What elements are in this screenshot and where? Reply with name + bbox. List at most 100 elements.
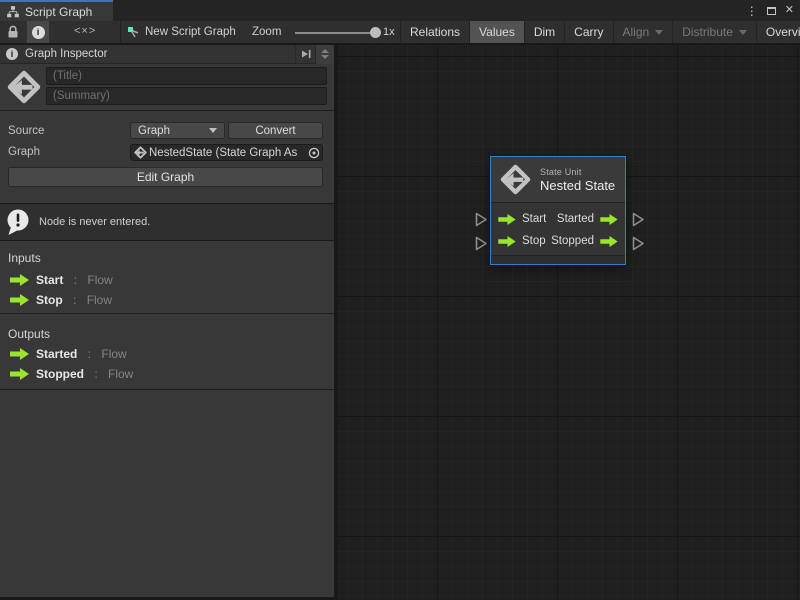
title-input[interactable] bbox=[46, 67, 327, 85]
output-port-row: Started : Flow bbox=[10, 347, 127, 361]
zoom-label: Zoom bbox=[252, 26, 281, 38]
node-footer bbox=[491, 255, 625, 264]
graph-canvas[interactable]: State Unit Nested State Start Started bbox=[338, 45, 800, 600]
inputs-section-title: Inputs bbox=[8, 251, 41, 265]
maximize-icon[interactable] bbox=[767, 7, 776, 15]
port-type: Flow bbox=[87, 293, 112, 307]
graph-object-value: NestedState (State Graph As bbox=[149, 147, 306, 159]
port-started[interactable]: Started bbox=[557, 213, 618, 225]
tab-title: Script Graph bbox=[25, 5, 92, 19]
warning-text: Node is never entered. bbox=[39, 216, 150, 228]
port-name: Stop bbox=[36, 293, 63, 307]
inspector-header: i Graph Inspector bbox=[0, 45, 334, 64]
node-ports: Start Started Stop Stopped bbox=[491, 203, 625, 255]
port-stopped[interactable]: Stopped bbox=[551, 235, 618, 247]
zoom-slider[interactable] bbox=[295, 32, 377, 34]
port-label: Stopped bbox=[551, 235, 594, 247]
output-connector-stopped[interactable] bbox=[632, 236, 645, 251]
port-name: Started bbox=[36, 347, 77, 361]
port-separator: : bbox=[91, 367, 101, 381]
info-icon: i bbox=[32, 26, 45, 39]
lock-icon[interactable] bbox=[7, 25, 19, 44]
chevron-down-icon bbox=[209, 128, 217, 133]
zoom-value: 1x bbox=[383, 26, 395, 38]
input-connector-start[interactable] bbox=[475, 212, 488, 227]
input-connector-stop[interactable] bbox=[475, 236, 488, 251]
flow-arrow-icon bbox=[10, 368, 29, 380]
unity-visual-scripting-window: Script Graph ⋮ ✕ i <×> bbox=[0, 0, 800, 600]
port-type: Flow bbox=[108, 367, 133, 381]
flow-arrow-icon bbox=[600, 214, 618, 225]
node-title: Nested State bbox=[540, 178, 615, 193]
divider bbox=[0, 110, 334, 111]
output-connector-started[interactable] bbox=[632, 212, 645, 227]
port-separator: : bbox=[84, 347, 94, 361]
source-dropdown-value: Graph bbox=[138, 125, 170, 137]
toolbar-button-align[interactable]: Align bbox=[614, 21, 674, 43]
input-port-row: Stop : Flow bbox=[10, 293, 112, 307]
graph-title-label: New Script Graph bbox=[145, 26, 236, 38]
panel-scroll-buttons[interactable] bbox=[315, 45, 334, 64]
output-port-row: Stopped : Flow bbox=[10, 367, 133, 381]
graph-label: Graph bbox=[8, 146, 40, 158]
toolbar-button-carry[interactable]: Carry bbox=[565, 21, 613, 43]
warning-icon bbox=[5, 208, 31, 236]
graph-asset-icon bbox=[127, 26, 141, 45]
toolbar-button-values[interactable]: Values bbox=[470, 21, 525, 43]
divider bbox=[0, 313, 334, 314]
convert-button[interactable]: Convert bbox=[228, 122, 323, 139]
graph-object-field[interactable]: NestedState (State Graph As bbox=[130, 144, 323, 161]
state-graph-icon bbox=[500, 164, 531, 195]
info-icon: i bbox=[6, 48, 18, 60]
port-separator: : bbox=[70, 293, 80, 307]
inspector-title: Graph Inspector bbox=[25, 48, 295, 60]
node-port-row: Start Started bbox=[498, 208, 618, 230]
code-preview-icon[interactable]: <×> bbox=[74, 25, 96, 37]
outputs-section-title: Outputs bbox=[8, 327, 50, 341]
object-picker-icon[interactable] bbox=[306, 145, 322, 160]
port-stop[interactable]: Stop bbox=[498, 235, 546, 247]
port-separator: : bbox=[70, 273, 80, 287]
flow-arrow-icon bbox=[600, 236, 618, 247]
node-kind: State Unit bbox=[540, 167, 615, 177]
window-menu-icon[interactable]: ⋮ bbox=[746, 5, 758, 17]
inspector-toggle-button[interactable]: i bbox=[27, 21, 49, 43]
graph-toolbar: i <×> New Script Graph Zoom 1x Relations… bbox=[0, 21, 800, 44]
toolbar-separator bbox=[400, 21, 401, 44]
edit-graph-button[interactable]: Edit Graph bbox=[8, 167, 323, 187]
toolbar-button-overview[interactable]: Overview bbox=[757, 21, 800, 43]
zoom-slider-handle[interactable] bbox=[370, 27, 381, 38]
port-label: Started bbox=[557, 213, 594, 225]
flow-arrow-icon bbox=[10, 348, 29, 360]
port-start[interactable]: Start bbox=[498, 213, 546, 225]
warning-banner: Node is never entered. bbox=[0, 203, 334, 241]
chevron-down-icon bbox=[655, 30, 663, 35]
port-name: Stopped bbox=[36, 367, 84, 381]
divider bbox=[0, 389, 334, 390]
arrow-down-icon bbox=[321, 55, 329, 59]
port-type: Flow bbox=[87, 273, 112, 287]
flow-arrow-icon bbox=[10, 294, 29, 306]
source-label: Source bbox=[8, 125, 44, 137]
chevron-down-icon bbox=[739, 30, 747, 35]
toolbar-separator bbox=[120, 21, 121, 44]
title-bar: Script Graph ⋮ ✕ bbox=[0, 0, 800, 21]
node-header[interactable]: State Unit Nested State bbox=[491, 157, 625, 203]
flow-arrow-icon bbox=[498, 236, 516, 247]
summary-input[interactable] bbox=[46, 87, 327, 105]
port-label: Start bbox=[522, 213, 546, 225]
toolbar-button-distribute[interactable]: Distribute bbox=[673, 21, 757, 43]
dock-right-icon[interactable] bbox=[295, 45, 315, 64]
toolbar-button-dim[interactable]: Dim bbox=[525, 21, 565, 43]
toolbar-button-relations[interactable]: Relations bbox=[401, 21, 470, 43]
flow-arrow-icon bbox=[10, 274, 29, 286]
flow-arrow-icon bbox=[498, 214, 516, 225]
node-port-row: Stop Stopped bbox=[498, 230, 618, 252]
tab-script-graph[interactable]: Script Graph bbox=[0, 0, 113, 21]
close-icon[interactable]: ✕ bbox=[785, 5, 794, 16]
state-unit-node[interactable]: State Unit Nested State Start Started bbox=[490, 156, 626, 265]
source-dropdown[interactable]: Graph bbox=[130, 122, 225, 139]
arrow-up-icon bbox=[321, 49, 329, 53]
input-port-row: Start : Flow bbox=[10, 273, 113, 287]
port-name: Start bbox=[36, 273, 63, 287]
